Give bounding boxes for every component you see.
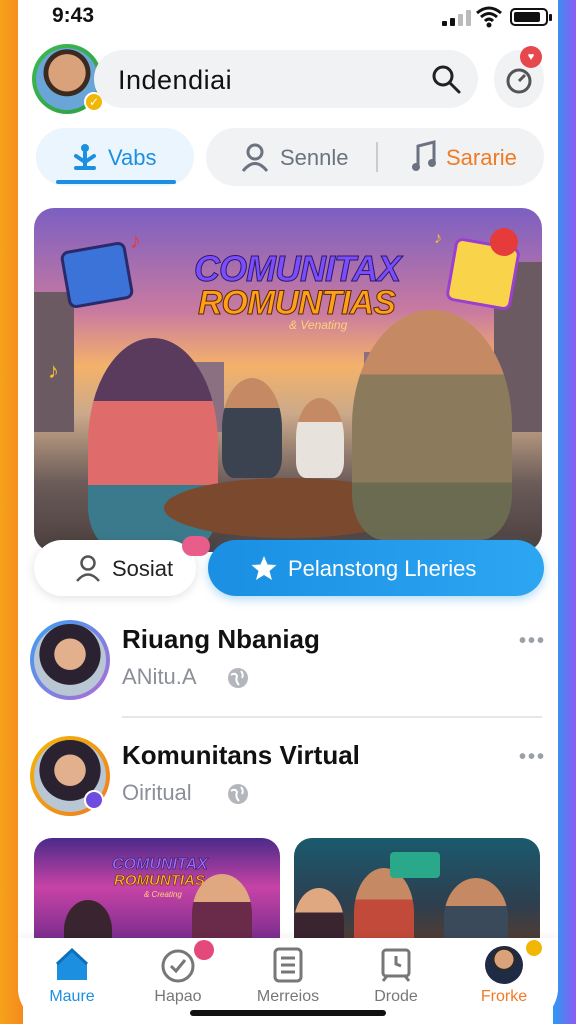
premium-button[interactable]: Pelanstong Lheries (208, 540, 544, 596)
tab-separator (376, 142, 378, 172)
nav-schedule[interactable]: Drode (346, 938, 446, 1018)
thumb-logo-line3: & Creating (144, 890, 182, 899)
list-item[interactable]: Komunitans Virtual Oiritual ••• (30, 736, 546, 824)
list-item-name: Komunitans Virtual (122, 740, 360, 770)
nav-tasks[interactable]: Hapao (128, 938, 228, 1018)
tv-sticker-icon (59, 240, 135, 310)
music-notes-icon[interactable] (410, 140, 440, 174)
clock-board-icon (381, 948, 411, 982)
list-avatar (30, 736, 110, 816)
app-header: ✓ Indendiai ♥ (32, 44, 544, 114)
check-circle-icon (161, 949, 195, 983)
list-item-sub: ANitu.A (122, 664, 197, 689)
heart-badge-icon (524, 938, 544, 958)
tab-sararie[interactable]: Sararie (446, 145, 517, 171)
battery-icon (510, 8, 552, 26)
thumb-logo-line2: ROMUNTIAS (114, 872, 205, 890)
tab-vabs[interactable]: Vabs (36, 128, 194, 186)
nav-label: Drode (374, 988, 418, 1005)
globe-icon (228, 784, 248, 804)
hero-logo-sub: & Venating (289, 318, 348, 332)
status-bar: 9:43 (18, 0, 558, 36)
hero-banner[interactable]: ♪ ♪ ♪ COMUNITAX ROMUNTIAS & Venating (34, 208, 542, 552)
thumbnail-card[interactable] (294, 838, 540, 948)
person-icon (76, 555, 100, 582)
globe-icon (228, 668, 248, 688)
signal-icon (442, 10, 471, 26)
music-note-icon: ♪ (434, 230, 442, 247)
notification-badge: ♥ (520, 46, 542, 68)
user-avatar[interactable]: ✓ (32, 44, 104, 114)
tab-label: Vabs (108, 145, 157, 170)
thumbnail-card[interactable]: COMUNITAX ROMUNTIAS & Creating (34, 838, 280, 948)
list-item[interactable]: Riuang Nbaniag ANitu.A ••• (30, 620, 546, 708)
nav-menu[interactable]: Merreios (238, 938, 338, 1018)
category-tabs: Vabs Sennle Sararie (36, 128, 544, 188)
person-bg-left (222, 378, 282, 478)
nav-label: Hapao (154, 988, 202, 1005)
person-bg-right (296, 398, 344, 478)
more-options-icon[interactable]: ••• (519, 630, 546, 653)
wifi-icon (476, 6, 502, 28)
active-tab-indicator (56, 180, 176, 184)
nav-label: Merreios (256, 988, 320, 1005)
nav-label: Maure (49, 988, 95, 1005)
reaction-icon (490, 228, 518, 256)
header-title: Indendiai (118, 65, 233, 95)
person-icon[interactable] (240, 142, 270, 172)
home-indicator (190, 1010, 386, 1016)
star-icon (251, 556, 277, 580)
heart-badge-icon (194, 940, 214, 960)
list-avatar (30, 620, 110, 700)
home-icon (55, 947, 89, 980)
chat-bubble-icon (182, 536, 210, 556)
social-button-label: Sosiat (112, 556, 174, 581)
search-icon[interactable] (430, 63, 462, 95)
more-options-icon[interactable]: ••• (519, 746, 546, 769)
music-note-icon: ♪ (48, 358, 59, 383)
list-item-sub: Oiritual (122, 780, 192, 805)
music-note-icon: ♪ (130, 228, 141, 253)
document-icon (273, 947, 303, 983)
list-item-name: Riuang Nbaniag (122, 624, 320, 654)
heart-badge-icon (84, 790, 104, 810)
notification-button[interactable]: ♥ (494, 46, 544, 108)
figures-icon (74, 144, 96, 170)
premium-button-label: Pelanstong Lheries (288, 556, 477, 581)
search-bar[interactable]: Indendiai (94, 50, 478, 108)
phone-screen: 9:43 ✓ Indendiai ♥ Vabs Sennle Sararie ♪… (18, 0, 558, 1024)
nav-profile[interactable]: Frorke (454, 938, 554, 1018)
nav-home[interactable]: Maure (22, 938, 122, 1018)
tab-sennle[interactable]: Sennle (280, 145, 349, 171)
profile-avatar (485, 946, 523, 984)
nav-label: Frorke (480, 988, 528, 1005)
status-time: 9:43 (52, 4, 95, 27)
list-divider (122, 716, 542, 718)
person-right (352, 310, 512, 540)
social-button[interactable]: Sosiat (34, 536, 210, 596)
secondary-tabs: Sennle Sararie (206, 128, 544, 186)
